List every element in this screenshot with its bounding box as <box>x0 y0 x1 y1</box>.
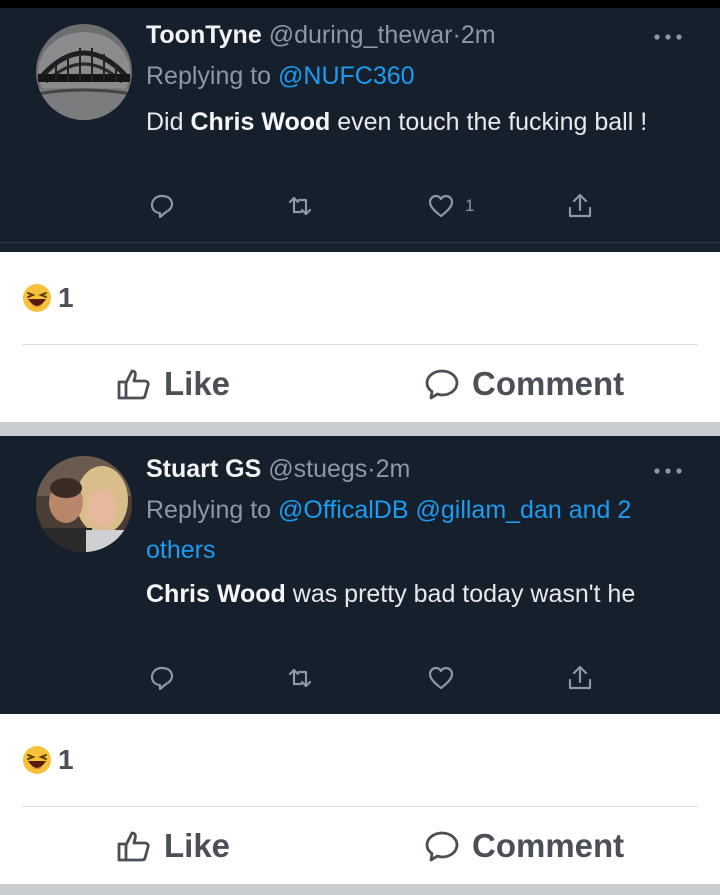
thumbs-up-icon <box>117 369 150 400</box>
comment-icon <box>425 831 459 862</box>
comment-icon <box>425 369 459 400</box>
like-button[interactable]: Like <box>116 824 230 868</box>
bridge-avatar-icon <box>36 24 132 120</box>
comment-label: Comment <box>472 827 625 864</box>
tweet-text: Chris Wood was pretty bad today wasn't h… <box>146 576 686 613</box>
retweet-button[interactable] <box>286 664 314 692</box>
thumbs-up-icon <box>117 831 150 862</box>
tweet-actions <box>0 658 720 698</box>
divider <box>0 242 720 243</box>
share-icon <box>568 193 592 218</box>
like-button[interactable]: Like <box>116 362 230 406</box>
timestamp[interactable]: 2m <box>461 21 496 49</box>
reply-icon <box>150 666 174 691</box>
section-separator <box>0 884 720 895</box>
tweet-actions: 1 <box>0 186 720 226</box>
comment-button[interactable]: Comment <box>424 362 624 406</box>
separator-dot: · <box>452 21 461 49</box>
like-button[interactable] <box>427 664 465 692</box>
reply-icon <box>150 194 174 219</box>
retweet-button[interactable] <box>286 192 314 220</box>
comment-button[interactable]: Comment <box>424 824 624 868</box>
like-label: Like <box>164 365 231 402</box>
tweet-card[interactable]: Stuart GS @stuegs·2m Replying to @Offica… <box>0 436 720 714</box>
laughing-emoji-icon <box>23 746 51 774</box>
like-button[interactable]: 1 <box>427 192 474 220</box>
replying-to-line: Replying to @OfficalDB @gillam_dan and 2… <box>146 490 686 570</box>
laughing-emoji-icon <box>23 284 51 312</box>
tweet-header: ToonTyne @during_thewar·2m <box>146 20 496 50</box>
user-handle[interactable]: @stuegs <box>268 455 367 483</box>
heart-icon <box>428 666 454 690</box>
retweet-icon <box>288 668 312 688</box>
user-handle[interactable]: @during_thewar <box>269 21 453 49</box>
tweet-card[interactable]: ToonTyne @during_thewar·2m Replying to @… <box>0 8 720 252</box>
tweet-text-bold: Chris Wood <box>146 580 286 608</box>
divider <box>22 344 698 345</box>
replying-to-label: Replying to <box>146 62 272 90</box>
share-button[interactable] <box>566 192 594 220</box>
display-name[interactable]: ToonTyne <box>146 21 262 49</box>
timestamp[interactable]: 2m <box>376 455 411 483</box>
reaction-summary[interactable]: 1 <box>22 744 74 776</box>
share-button[interactable] <box>566 664 594 692</box>
top-bar <box>0 0 720 8</box>
heart-icon <box>428 194 454 218</box>
retweet-icon <box>288 196 312 216</box>
tweet-header: Stuart GS @stuegs·2m <box>146 454 410 484</box>
avatar[interactable] <box>36 456 132 552</box>
reaction-bar: 1 Like Comment <box>0 252 720 422</box>
reaction-summary[interactable]: 1 <box>22 282 74 314</box>
share-icon <box>568 665 592 690</box>
tweet-text: Did Chris Wood even touch the fucking ba… <box>146 104 686 141</box>
replying-to-line: Replying to @NUFC360 <box>146 56 686 96</box>
avatar[interactable] <box>36 24 132 120</box>
tweet-text-prefix: Did <box>146 108 184 136</box>
more-options-icon[interactable] <box>652 32 684 42</box>
section-separator <box>0 422 720 436</box>
tweet-text-bold: Chris Wood <box>190 108 331 136</box>
divider <box>22 806 698 807</box>
replying-to-label: Replying to <box>146 496 272 524</box>
reaction-count: 1 <box>58 744 74 775</box>
tweet-text-rest: was pretty bad today wasn't he <box>292 580 636 608</box>
comment-label: Comment <box>472 365 625 402</box>
like-label: Like <box>164 827 231 864</box>
reply-button[interactable] <box>148 664 176 692</box>
reaction-bar: 1 Like Comment <box>0 714 720 884</box>
couple-photo-avatar-icon <box>36 456 132 552</box>
more-options-icon[interactable] <box>652 466 684 476</box>
tweet-text-rest: even touch the fucking ball ! <box>337 108 648 136</box>
separator-dot: · <box>367 455 376 483</box>
reply-button[interactable] <box>148 192 176 220</box>
display-name[interactable]: Stuart GS <box>146 455 261 483</box>
like-count: 1 <box>465 196 475 215</box>
reaction-count: 1 <box>58 282 74 313</box>
mention-link[interactable]: @NUFC360 <box>278 62 415 90</box>
